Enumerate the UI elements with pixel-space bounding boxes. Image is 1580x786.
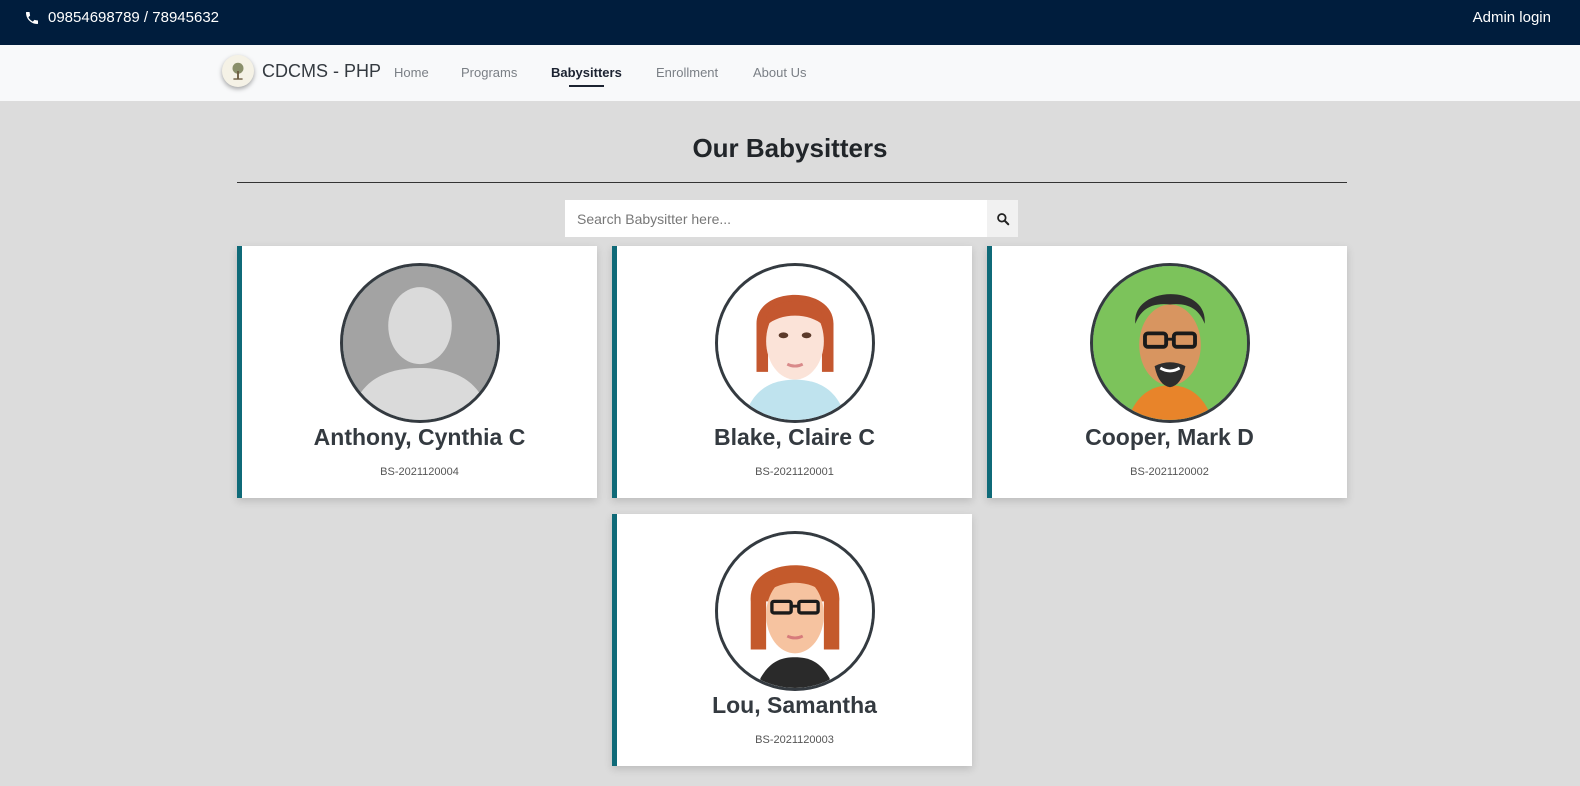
- top-bar: 09854698789 / 78945632 Admin login: [0, 0, 1580, 45]
- search-icon: [996, 212, 1009, 225]
- man-glasses-beard-avatar: [1093, 266, 1247, 420]
- title-divider: [237, 182, 1347, 183]
- avatar: [715, 263, 875, 423]
- babysitter-name: Cooper, Mark D: [1085, 424, 1254, 450]
- search-button[interactable]: [987, 200, 1018, 237]
- babysitter-name: Anthony, Cynthia C: [313, 424, 526, 450]
- tree-logo-icon: [232, 62, 244, 80]
- woman-glasses-avatar: [718, 534, 872, 688]
- brand-logo: [222, 55, 254, 87]
- default-silhouette-avatar: [343, 266, 497, 420]
- nav-programs[interactable]: Programs: [461, 65, 517, 80]
- avatar: [340, 263, 500, 423]
- nav-babysitters[interactable]: Babysitters: [551, 65, 622, 87]
- babysitter-card[interactable]: Blake, Claire C BS-2021120001: [612, 246, 972, 498]
- admin-login-link[interactable]: Admin login: [1473, 9, 1551, 26]
- nav-home[interactable]: Home: [394, 65, 429, 80]
- babysitter-code: BS-2021120003: [755, 734, 834, 746]
- babysitter-code: BS-2021120002: [1130, 466, 1209, 478]
- nav-enrollment[interactable]: Enrollment: [656, 65, 718, 80]
- phone-contact: 09854698789 / 78945632: [24, 9, 219, 26]
- brand-name: CDCMS - PHP: [262, 60, 382, 81]
- page-title: Our Babysitters: [692, 133, 888, 163]
- phone-icon: [26, 11, 38, 24]
- search-bar: [565, 200, 1018, 237]
- navbar: CDCMS - PHP Home Programs Babysitters En…: [0, 45, 1580, 101]
- nav-about-us[interactable]: About Us: [753, 65, 806, 80]
- babysitter-card[interactable]: Anthony, Cynthia C BS-2021120004: [237, 246, 597, 498]
- avatar: [715, 531, 875, 691]
- phone-number: 09854698789 / 78945632: [48, 9, 220, 26]
- search-input[interactable]: [565, 200, 987, 237]
- babysitter-card[interactable]: Lou, Samantha BS-2021120003: [612, 514, 972, 766]
- avatar: [1090, 263, 1250, 423]
- babysitter-code: BS-2021120001: [755, 466, 834, 478]
- babysitter-card[interactable]: Cooper, Mark D BS-2021120002: [987, 246, 1347, 498]
- babysitter-code: BS-2021120004: [380, 466, 459, 478]
- brand[interactable]: CDCMS - PHP: [222, 55, 381, 87]
- babysitter-name: Lou, Samantha: [712, 692, 877, 718]
- red-hair-woman-avatar: [718, 266, 872, 420]
- babysitter-name: Blake, Claire C: [713, 424, 876, 450]
